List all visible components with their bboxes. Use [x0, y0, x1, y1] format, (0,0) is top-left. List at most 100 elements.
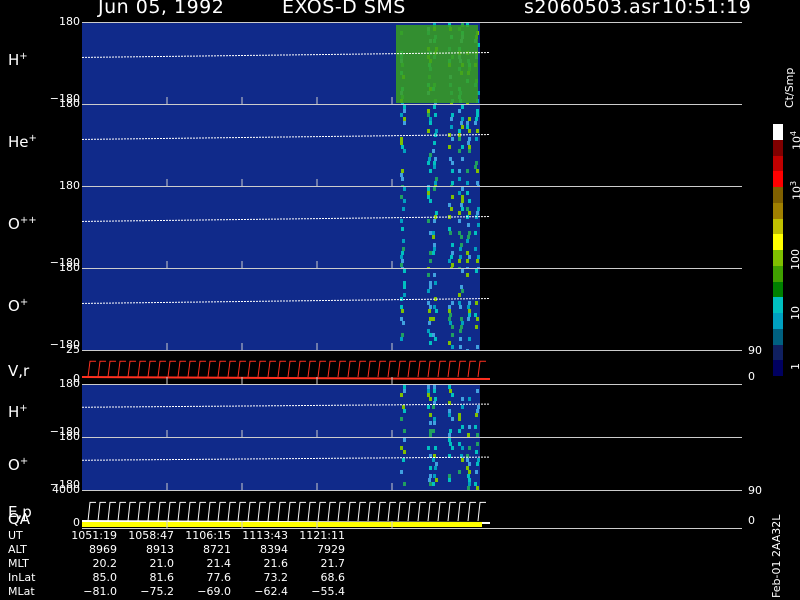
spectrogram-cell — [458, 413, 461, 417]
sawtooth-mark — [387, 360, 396, 378]
sawtooth-mark — [237, 501, 246, 522]
spectrogram-cell — [467, 235, 470, 239]
spectrogram-cell — [474, 231, 477, 235]
sawtooth-mark — [317, 501, 326, 522]
time-table-cell: 21.6 — [263, 557, 289, 570]
spectrogram-cell — [450, 207, 453, 211]
spectrogram-cell — [432, 429, 435, 433]
colorbar-label: 103 — [789, 180, 800, 200]
sawtooth-mark — [437, 360, 446, 378]
spectrogram-cell — [401, 333, 404, 337]
spectrogram-cell — [401, 227, 404, 231]
time-table-cell: 8721 — [203, 543, 231, 556]
spectrogram-cell — [476, 389, 479, 393]
sawtooth-mark — [197, 360, 206, 378]
spectrogram-cell — [428, 321, 431, 325]
spectrogram-cell — [468, 470, 471, 474]
panel-label: He+ — [8, 132, 37, 151]
spectrogram-cell — [451, 263, 454, 267]
header-file: s2060503.asr — [524, 0, 660, 18]
sawtooth-mark — [467, 501, 476, 522]
spectrogram-cell — [429, 474, 432, 478]
colorbar-swatch — [773, 218, 783, 235]
spectrogram-cell — [477, 458, 480, 462]
spectrogram-cell — [427, 329, 430, 333]
sawtooth-mark — [107, 360, 116, 378]
sawtooth-mark — [357, 501, 366, 522]
spectrogram-cell — [449, 313, 452, 317]
sawtooth-mark — [157, 360, 166, 378]
spectrogram-cell — [474, 313, 477, 317]
sawtooth-mark — [97, 360, 106, 378]
spectrogram-cell — [451, 181, 454, 185]
sawtooth-mark — [467, 360, 476, 378]
time-table-row: ALT 8969 8913 8721 8394 7929 — [8, 543, 345, 557]
panel-label: H+ — [8, 402, 28, 421]
spectrogram-cell — [451, 417, 454, 421]
spectrogram-cell — [433, 417, 436, 421]
spectrogram-background — [82, 187, 480, 268]
time-table-cell: −81.0 — [83, 585, 117, 598]
spectrogram-cell — [432, 149, 435, 153]
spectrogram-cell — [435, 478, 438, 482]
time-table-label: MLT — [8, 557, 29, 570]
panel-label: O++ — [8, 214, 37, 233]
spectrogram-cell — [433, 421, 436, 425]
spectrogram-cell — [427, 109, 430, 113]
sawtooth-mark — [247, 360, 256, 378]
spectrogram-cell — [400, 393, 403, 397]
y-tick-top: 25 — [66, 343, 80, 356]
panel-6 — [82, 437, 742, 491]
time-table-label: MLat — [8, 585, 35, 598]
time-table-label: UT — [8, 529, 23, 542]
spectrogram-cell — [432, 482, 435, 486]
colorbar-swatch — [773, 202, 783, 219]
spectrogram-cell — [461, 289, 464, 293]
spectrogram-cell — [448, 438, 451, 442]
spectrogram-cell — [429, 231, 432, 235]
sawtooth-mark — [477, 360, 486, 378]
spectrogram-cell — [468, 301, 471, 305]
spectrogram-cell — [451, 333, 454, 337]
sawtooth-mark — [97, 501, 106, 522]
colorbar-swatch — [773, 124, 783, 140]
spectrogram-cell — [401, 169, 404, 173]
spectrogram-cell — [449, 389, 452, 393]
sawtooth-mark — [247, 501, 256, 522]
spectrogram-cell — [476, 129, 479, 133]
spectrogram-cell — [434, 281, 437, 285]
spectrogram-cell — [476, 113, 479, 117]
spectrogram-cell — [459, 247, 462, 251]
spectrogram-cell — [403, 149, 406, 153]
spectrogram-cell — [400, 305, 403, 309]
spectrogram-cell — [427, 273, 430, 277]
spectrogram-cell — [435, 129, 438, 133]
spectrogram-cell — [458, 470, 461, 474]
spectrogram-cell — [468, 149, 471, 153]
spectrogram-cell — [467, 317, 470, 321]
spectrogram-cell — [468, 425, 471, 429]
spectrogram-cell — [451, 195, 454, 199]
time-table: UT 1051:19 1058:47 1106:15 1113:43 1121:11 ALT… — [8, 529, 345, 599]
spectrogram-cell — [433, 243, 436, 247]
sawtooth-mark — [87, 360, 96, 378]
time-table-cell: 77.6 — [206, 571, 232, 584]
spectrogram-cell — [429, 121, 432, 125]
spectrogram-cell — [458, 442, 461, 446]
y-tick-top: 180 — [59, 97, 80, 110]
spectrogram-cell — [434, 157, 437, 161]
sawtooth-mark — [327, 360, 336, 378]
spectrogram-cell — [466, 125, 469, 129]
spectrogram-cell — [433, 141, 436, 145]
spectrogram-cell — [466, 273, 469, 277]
panel-label: O+ — [8, 455, 29, 474]
spectrogram-cell — [433, 273, 436, 277]
spectrogram-cell — [474, 425, 477, 429]
time-table-row: MLat −81.0 −75.2 −69.0 −62.4 −55.4 — [8, 585, 345, 599]
spectrogram-cell — [401, 309, 404, 313]
colorbar-swatch — [773, 250, 783, 266]
sawtooth-mark — [357, 360, 366, 378]
spectrogram-cell — [466, 259, 469, 263]
spectrogram-cell — [467, 474, 470, 478]
sawtooth-mark — [167, 360, 176, 378]
